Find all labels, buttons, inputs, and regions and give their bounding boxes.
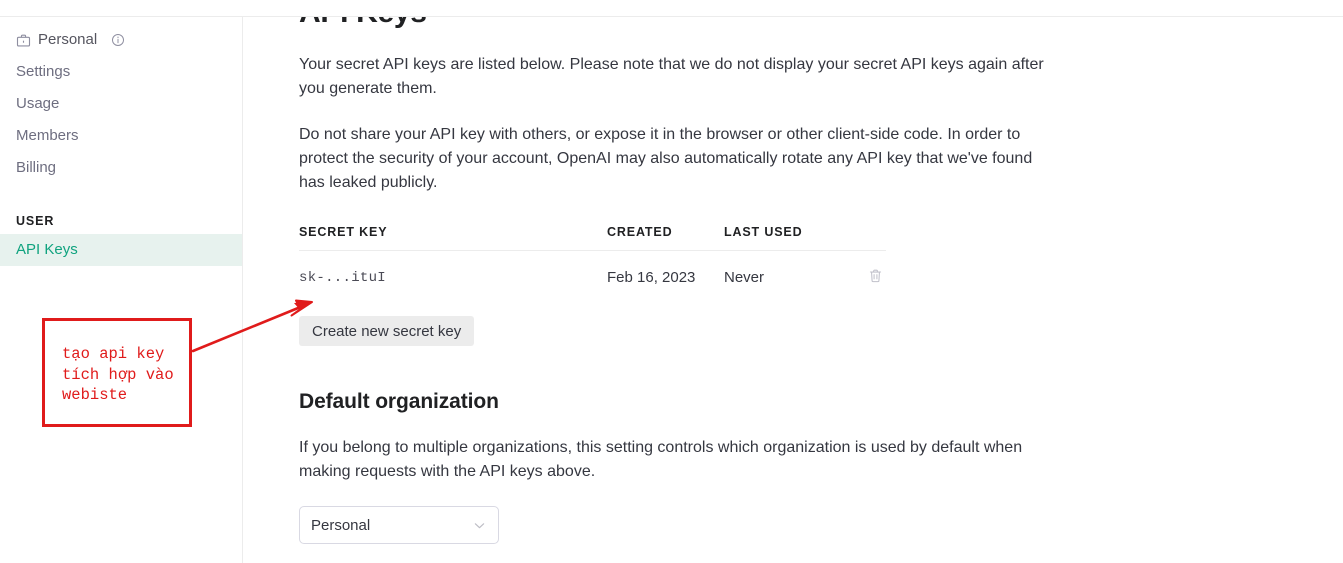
api-keys-table: SECRET KEY CREATED LAST USED sk-...ituI … [299,225,886,302]
table-row: sk-...ituI Feb 16, 2023 Never [299,251,886,303]
create-new-secret-key-button[interactable]: Create new secret key [299,316,475,346]
sidebar-item-label: Usage [16,95,60,112]
sidebar-item-api-keys[interactable]: API Keys [0,234,242,266]
column-header-last-used: LAST USED [724,225,846,251]
table-header-row: SECRET KEY CREATED LAST USED [299,225,886,251]
column-header-created: CREATED [607,225,724,251]
intro-paragraph-2: Do not share your API key with others, o… [299,126,1033,191]
default-organization-select[interactable]: Personal [299,506,499,544]
sidebar-item-label: Billing [16,159,57,176]
sidebar-item-label: Members [16,127,79,144]
sidebar-org-nav: Personal Settings Usage Members Billing … [0,17,242,266]
select-value: Personal [311,516,371,534]
default-organization-title: Default organization [299,390,499,413]
sidebar-item-label: Settings [16,63,71,80]
main-content: API Keys Your secret API keys are listed… [243,17,1343,563]
sidebar-item-label: API Keys [16,241,78,258]
sidebar-item-members[interactable]: Members [0,120,242,152]
sidebar: Personal Settings Usage Members Billing … [0,17,243,563]
sidebar-item-settings[interactable]: Settings [0,56,242,88]
sidebar-section-label-user: USER [16,214,55,228]
intro-paragraph-1: Your secret API keys are listed below. P… [299,56,1044,97]
sidebar-org-label: Personal [38,31,98,48]
column-header-secret-key: SECRET KEY [299,225,607,251]
info-circle-icon[interactable] [110,33,125,48]
sidebar-item-usage[interactable]: Usage [0,88,242,120]
briefcase-icon [16,33,31,48]
page-title: API Keys [299,17,1059,31]
sidebar-item-personal-org[interactable]: Personal [0,24,242,56]
chevron-down-icon [472,518,487,533]
cell-created: Feb 16, 2023 [607,269,696,286]
trash-icon[interactable] [866,267,884,285]
cell-actions [846,251,886,303]
column-header-actions [846,225,886,251]
sidebar-item-billing[interactable]: Billing [0,152,242,184]
cell-last-used: Never [724,269,765,286]
default-organization-description: If you belong to multiple organizations,… [299,439,1023,480]
cell-secret-key: sk-...ituI [299,269,387,286]
